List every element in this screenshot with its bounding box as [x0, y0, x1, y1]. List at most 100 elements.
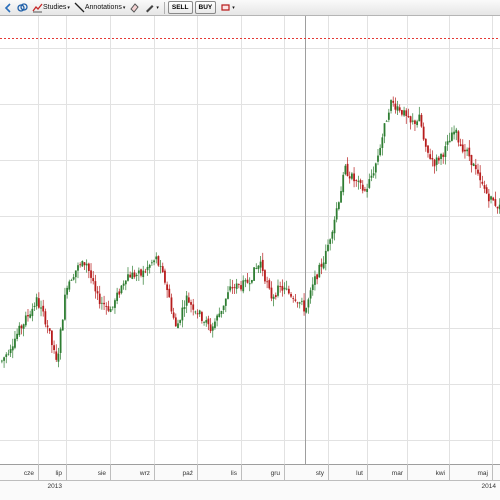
- candle-body: [411, 120, 414, 122]
- chart-toolbar: Studies ▾ Annotations ▾ ▾ SELL BUY ▾: [0, 0, 500, 16]
- chevron-down-icon: ▾: [232, 4, 235, 11]
- candle-body: [270, 287, 273, 299]
- candle-body: [5, 354, 8, 357]
- candle-body: [164, 270, 166, 283]
- candle-body: [459, 144, 462, 147]
- alerts-button[interactable]: ▾: [218, 1, 237, 15]
- candle-body: [29, 314, 32, 318]
- candle-body: [190, 302, 192, 305]
- candle-body: [451, 132, 453, 141]
- candle-body: [244, 280, 247, 282]
- x-tick-label: lut: [356, 470, 363, 477]
- candle-body: [144, 271, 147, 273]
- sell-button[interactable]: SELL: [167, 1, 193, 14]
- candle-body: [64, 294, 66, 320]
- candle-body: [370, 175, 373, 178]
- candle-body: [79, 264, 82, 266]
- candle-body: [83, 262, 86, 266]
- candle-body: [416, 121, 419, 126]
- candle-body: [192, 304, 195, 310]
- candle-body: [85, 263, 88, 266]
- x-tick-label: cze: [24, 470, 35, 477]
- candle-body: [472, 163, 475, 167]
- drawing-tools-button[interactable]: ▾: [142, 1, 161, 15]
- candle-body: [444, 146, 447, 157]
- candle-body: [229, 286, 232, 291]
- candle-body: [327, 244, 329, 252]
- annotations-label: Annotations: [84, 4, 122, 11]
- candle-body: [301, 300, 303, 302]
- candle-body: [124, 280, 127, 285]
- candle-body: [435, 157, 438, 165]
- candle-body: [372, 173, 375, 176]
- candle-body: [409, 116, 412, 123]
- candle-body: [442, 154, 445, 157]
- candle-body: [431, 157, 434, 160]
- buy-button[interactable]: BUY: [194, 1, 217, 14]
- candle-body: [394, 103, 397, 110]
- chevron-down-icon: ▾: [156, 4, 159, 11]
- line-tool-icon: [74, 2, 85, 13]
- candle-body: [466, 149, 469, 152]
- candle-body: [455, 129, 458, 133]
- candle-body: [227, 292, 229, 299]
- candle-body: [35, 297, 38, 307]
- candle-body: [461, 144, 464, 152]
- candle-body: [279, 286, 282, 287]
- candle-body: [77, 265, 79, 271]
- candle-body: [342, 174, 345, 193]
- candle-body: [55, 351, 58, 360]
- candle-body: [429, 154, 432, 159]
- candle-body: [379, 147, 382, 156]
- candle-body: [494, 199, 497, 206]
- x-year-label: 2013: [48, 483, 63, 490]
- compare-button[interactable]: [15, 1, 30, 15]
- candle-body: [96, 291, 99, 294]
- candle-body: [418, 114, 421, 122]
- candle-body: [248, 283, 251, 285]
- candle-body: [177, 323, 179, 329]
- candle-body: [46, 325, 49, 328]
- candle-body: [205, 320, 208, 323]
- candle-body: [281, 285, 284, 291]
- candle-body: [120, 285, 123, 294]
- candle-body: [307, 299, 310, 308]
- studies-button[interactable]: Studies ▾: [30, 1, 72, 15]
- candle-body: [146, 266, 149, 271]
- candle-body: [483, 185, 486, 189]
- candle-body: [7, 353, 10, 355]
- candle-body: [140, 269, 142, 276]
- candle-body: [142, 270, 145, 278]
- crosshair-button[interactable]: [0, 1, 15, 15]
- annotations-button[interactable]: Annotations ▾: [72, 1, 128, 15]
- candle-body: [18, 325, 21, 336]
- candle-body: [387, 112, 390, 120]
- candle-body: [392, 100, 395, 103]
- candle-body: [383, 123, 386, 137]
- candle-body: [401, 110, 403, 115]
- candle-body: [168, 288, 171, 298]
- candle-body: [283, 287, 286, 290]
- candle-body: [361, 184, 364, 191]
- candle-body: [1, 360, 3, 362]
- eraser-button[interactable]: [127, 1, 142, 15]
- candle-body: [318, 264, 321, 278]
- candle-body: [174, 317, 177, 327]
- candle-body: [477, 169, 479, 174]
- candle-body: [87, 263, 90, 271]
- chevron-down-icon: ▾: [122, 4, 126, 11]
- price-chart[interactable]: cze lip sie wrz paź lis gru sty lut mar kwi maj 2013…: [0, 16, 500, 500]
- candle-body: [492, 197, 495, 201]
- candle-body: [468, 147, 471, 157]
- candle-body: [51, 330, 53, 346]
- candle-body: [105, 305, 108, 307]
- candle-body: [14, 338, 16, 348]
- candle-body: [427, 145, 429, 153]
- candle-body: [196, 313, 199, 315]
- x-axis: cze lip sie wrz paź lis gru sty lut mar kwi maj 2013…: [0, 464, 500, 500]
- candle-body: [314, 276, 316, 285]
- candle-body: [214, 321, 216, 328]
- candle-body: [161, 266, 164, 273]
- candle-body: [377, 155, 379, 162]
- candle-body: [364, 189, 366, 191]
